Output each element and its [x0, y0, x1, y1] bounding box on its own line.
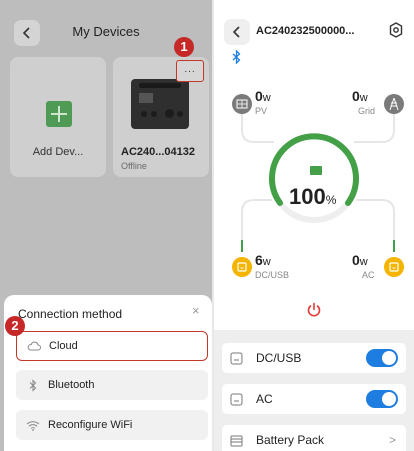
grid-power-value: 0w [352, 88, 368, 104]
reconfigure-wifi-label: Reconfigure WiFi [48, 419, 133, 431]
battery-pack-row[interactable]: Battery Pack > [222, 425, 406, 451]
more-options-button[interactable]: ... [176, 60, 204, 82]
ac-row-icon [230, 393, 250, 406]
step-badge-1: 1 [174, 37, 194, 57]
device-status: Offline [121, 161, 147, 171]
power-icon [307, 302, 321, 317]
battery-soc-value: 100% [289, 184, 337, 209]
ac-toggle[interactable] [366, 390, 398, 408]
dc-usb-toggle[interactable] [366, 349, 398, 367]
connection-method-sheet: Connection method × Cloud Bluetooth Reco… [4, 295, 212, 451]
pv-power-value: 0w [255, 88, 271, 104]
dc-usb-icon [232, 257, 252, 277]
power-button[interactable] [306, 302, 322, 323]
device-detail-panel: AC240232500000... 0w PV 0w Grid 100% 6w … [214, 0, 414, 451]
cloud-option-label: Cloud [49, 340, 78, 352]
pv-label: PV [255, 106, 268, 116]
ac-row-label: AC [256, 392, 273, 406]
add-device-label: Add Dev... [32, 146, 84, 158]
dc-power-value: 6w [255, 252, 271, 268]
sheet-title: Connection method [18, 307, 123, 321]
bluetooth-icon [20, 378, 46, 392]
close-icon[interactable]: × [192, 303, 200, 318]
dc-usb-label: DC/USB [255, 270, 290, 280]
grid-tower-icon [384, 94, 404, 114]
cloud-icon [21, 341, 47, 351]
step-badge-2: 2 [5, 316, 25, 336]
ac-power-value: 0w [352, 252, 368, 268]
device-name: AC240...04132 [121, 146, 195, 158]
bluetooth-option-label: Bluetooth [48, 379, 95, 391]
battery-icon [310, 166, 322, 175]
bluetooth-option[interactable]: Bluetooth [16, 370, 208, 400]
plus-icon [46, 101, 72, 127]
dc-usb-row-icon [230, 352, 250, 365]
dc-usb-row: DC/USB [222, 343, 406, 373]
power-station-image [131, 79, 189, 129]
chevron-right-icon: > [388, 433, 396, 447]
energy-flow-card: AC240232500000... 0w PV 0w Grid 100% 6w … [214, 0, 414, 330]
battery-pack-icon [230, 434, 250, 447]
battery-pack-label: Battery Pack [256, 433, 325, 447]
cloud-option[interactable]: Cloud [16, 331, 208, 361]
add-device-card[interactable]: Add Dev... [10, 57, 106, 177]
reconfigure-wifi-option[interactable]: Reconfigure WiFi [16, 410, 208, 440]
solar-panel-icon [232, 94, 252, 114]
ac-label: AC [362, 270, 375, 280]
ac-outlet-icon [384, 257, 404, 277]
ac-row: AC [222, 384, 406, 414]
devices-panel: My Devices Add Dev... AC240...04132 Offl… [0, 0, 212, 451]
wifi-icon [20, 420, 46, 431]
dc-usb-row-label: DC/USB [256, 351, 302, 365]
grid-label: Grid [358, 106, 376, 116]
